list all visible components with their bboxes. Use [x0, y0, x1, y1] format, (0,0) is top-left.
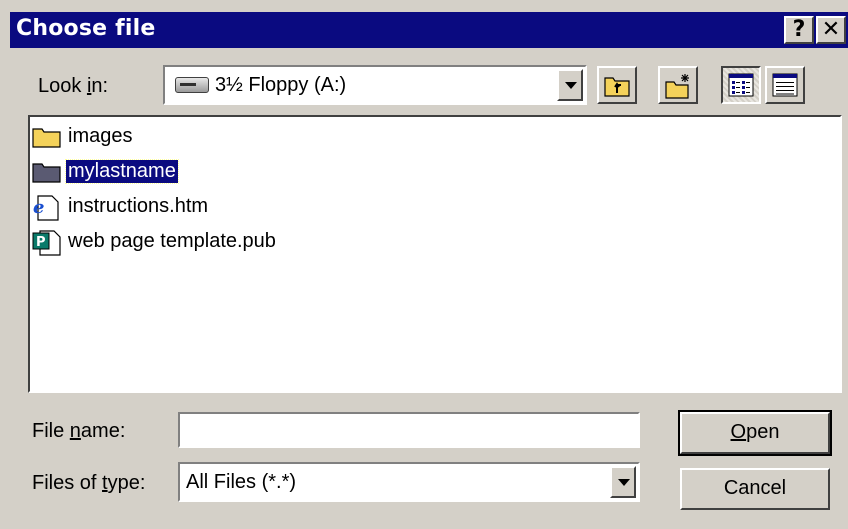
folder-icon [32, 163, 61, 183]
file-name: web page template.pub [68, 230, 276, 252]
file-type-value: All Files (*.*) [186, 471, 297, 493]
file-name: images [68, 125, 133, 147]
chevron-down-icon[interactable] [557, 69, 583, 101]
look-in-dropdown[interactable]: 3½ Floppy (A:) [163, 65, 587, 105]
floppy-drive-icon [175, 77, 209, 93]
new-folder-button[interactable] [658, 66, 698, 104]
look-in-label: Look in: [38, 75, 109, 97]
file-name: mylastname [65, 159, 179, 184]
file-name-label: File name: [32, 420, 126, 442]
cancel-button[interactable]: Cancel [680, 468, 830, 510]
title-bar[interactable]: Choose file ? ✕ [10, 12, 848, 48]
file-name-input[interactable] [178, 412, 640, 448]
folder-icon [32, 128, 61, 148]
close-button[interactable]: ✕ [816, 16, 846, 44]
details-view-icon [772, 73, 798, 97]
file-type-label: Files of type: [32, 472, 146, 494]
list-view-icon [728, 73, 754, 97]
folder-up-icon [604, 77, 630, 97]
svg-text:e: e [33, 197, 44, 218]
help-button[interactable]: ? [784, 16, 814, 44]
dialog-title: Choose file [16, 16, 156, 41]
up-one-level-button[interactable] [597, 66, 637, 104]
file-type-dropdown[interactable]: All Files (*.*) [178, 462, 640, 502]
open-button[interactable]: Open [678, 410, 832, 456]
look-in-value: 3½ Floppy (A:) [215, 74, 347, 96]
publisher-document-icon: P [32, 230, 61, 256]
file-name: instructions.htm [68, 195, 209, 217]
ie-document-icon: e [33, 195, 59, 221]
list-view-button[interactable] [721, 66, 761, 104]
details-view-button[interactable] [765, 66, 805, 104]
chevron-down-icon[interactable] [610, 466, 636, 498]
file-list[interactable]: images mylastname e instructions.htm P w… [28, 115, 842, 393]
new-folder-icon [665, 74, 689, 99]
svg-text:P: P [36, 235, 46, 250]
